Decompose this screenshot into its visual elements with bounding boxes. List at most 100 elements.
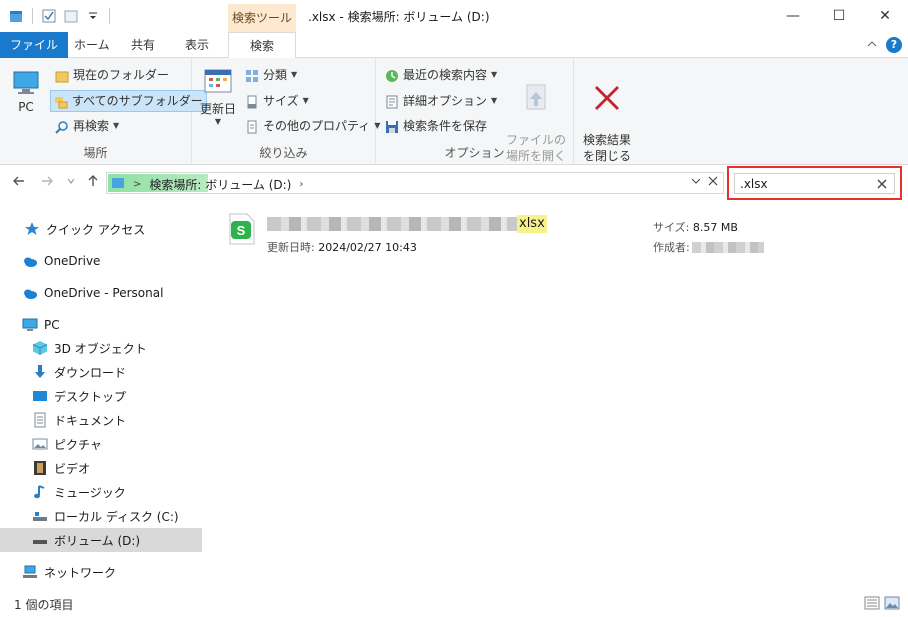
help-icon[interactable]: ? xyxy=(886,37,902,53)
back-arrow-icon[interactable] xyxy=(12,174,26,192)
kind-button[interactable]: 分類 ▼ xyxy=(242,64,300,86)
title-bar: 検索ツール .xlsx - 検索場所: ボリューム (D:) — ☐ ✕ xyxy=(0,0,908,32)
calendar-icon xyxy=(204,69,232,93)
stop-search-icon[interactable] xyxy=(706,174,720,191)
quick-access-toolbar xyxy=(8,8,112,24)
date-modified-button[interactable]: 更新日 ▼ xyxy=(198,66,238,126)
search-highlight-outline: .xlsx xyxy=(727,166,902,200)
address-dropdown-icon[interactable] xyxy=(691,176,701,189)
open-location-icon xyxy=(526,84,546,110)
nav-downloads[interactable]: ダウンロード xyxy=(0,360,202,384)
result-item[interactable]: S xlsx 更新日時: 2024/02/27 10:43 サイズ: 8.57 … xyxy=(225,211,885,259)
cloud-icon xyxy=(22,285,38,301)
address-bar[interactable]: > 検索場所: ボリューム (D:) › xyxy=(106,172,724,194)
recent-searches-button[interactable]: 最近の検索内容 ▼ xyxy=(382,64,500,86)
chevron-down-icon: ▼ xyxy=(491,70,498,79)
folder-icon xyxy=(55,68,69,83)
tab-search[interactable]: 検索 xyxy=(228,32,296,59)
tab-home[interactable]: ホーム xyxy=(60,32,124,58)
close-search-button[interactable]: 検索結果 を閉じる xyxy=(578,66,636,164)
minimize-button[interactable]: — xyxy=(770,0,816,32)
context-tab-label: 検索ツール xyxy=(228,4,296,32)
group-label-location: 場所 xyxy=(83,146,108,160)
clear-search-icon[interactable] xyxy=(877,176,887,192)
nav-documents[interactable]: ドキュメント xyxy=(0,408,202,432)
details-view-icon[interactable] xyxy=(864,596,880,610)
size-icon xyxy=(245,94,259,109)
tab-share[interactable]: 共有 xyxy=(117,32,169,58)
search-again-icon xyxy=(55,119,69,134)
close-search-label: 検索結果 を閉じる xyxy=(582,133,631,163)
save-search-button[interactable]: 検索条件を保存 xyxy=(382,115,490,137)
maximize-button[interactable]: ☐ xyxy=(816,0,862,32)
drive-icon xyxy=(32,508,48,524)
date-modified-label: 更新日 xyxy=(199,102,236,116)
size-label: サイズ: xyxy=(653,221,690,234)
group-options: 最近の検索内容 ▼ 詳細オプション ▼ 検索条件を保存 ファイルの 場所を開く … xyxy=(376,58,574,165)
pc-icon xyxy=(22,317,38,333)
save-search-label: 検索条件を保存 xyxy=(403,119,488,133)
nav-pictures[interactable]: ピクチャ xyxy=(0,432,202,456)
recent-locations-icon[interactable] xyxy=(66,176,76,189)
breadcrumb-chevron[interactable]: > xyxy=(133,179,141,190)
nav-onedrive[interactable]: OneDrive xyxy=(0,249,202,273)
customize-qat-icon[interactable] xyxy=(85,8,101,24)
result-author: 作成者: xyxy=(653,239,764,255)
breadcrumb-chevron-icon[interactable]: › xyxy=(299,179,303,190)
size-button[interactable]: サイズ ▼ xyxy=(242,90,312,112)
nav-music[interactable]: ミュージック xyxy=(0,480,202,504)
tab-file[interactable]: ファイル xyxy=(0,32,69,58)
kind-label: 分類 xyxy=(263,68,288,82)
nav-3d-objects[interactable]: 3D オブジェクト xyxy=(0,336,202,360)
pc-icon xyxy=(13,71,39,94)
nav-local-disk-c[interactable]: ローカル ディスク (C:) xyxy=(0,504,202,528)
explorer-app-icon xyxy=(8,8,24,24)
recent-searches-icon xyxy=(385,68,399,82)
current-folder-label: 現在のフォルダー xyxy=(73,68,170,82)
group-label-options: オプション xyxy=(444,146,505,160)
properties-icon[interactable] xyxy=(41,8,57,24)
search-input-value: .xlsx xyxy=(740,177,768,191)
nav-pc[interactable]: PC xyxy=(0,313,202,337)
close-button[interactable]: ✕ xyxy=(862,0,908,32)
redacted-file-name xyxy=(267,217,517,231)
nav-onedrive-personal[interactable]: OneDrive - Personal xyxy=(0,281,202,305)
search-input[interactable]: .xlsx xyxy=(734,173,895,194)
all-subfolders-label: すべてのサブフォルダー xyxy=(72,94,203,108)
nav-label: ネットワーク xyxy=(44,565,117,580)
nav-desktop[interactable]: デスクトップ xyxy=(0,384,202,408)
pc-button[interactable]: PC xyxy=(8,66,44,114)
cube-icon xyxy=(32,340,48,356)
advanced-options-button[interactable]: 詳細オプション ▼ xyxy=(382,90,500,112)
forward-arrow-icon[interactable] xyxy=(40,174,54,192)
group-location: PC 現在のフォルダー すべてのサブフォルダー 再検索 ▼ 場所 xyxy=(0,58,207,165)
nav-label: ボリューム (D:) xyxy=(54,533,141,548)
cloud-icon xyxy=(22,253,38,269)
breadcrumb-location[interactable]: 検索場所: ボリューム (D:) xyxy=(149,176,291,193)
nav-quick-access[interactable]: クイック アクセス xyxy=(0,217,202,241)
address-path: > 検索場所: ボリューム (D:) › xyxy=(133,176,303,193)
all-subfolders-button[interactable]: すべてのサブフォルダー xyxy=(50,90,207,112)
author-label: 作成者: xyxy=(653,241,690,254)
group-close: 検索結果 を閉じる xyxy=(574,58,640,165)
collapse-ribbon-icon[interactable] xyxy=(866,38,878,53)
nav-volume-d[interactable]: ボリューム (D:) xyxy=(0,528,202,552)
search-again-button[interactable]: 再検索 ▼ xyxy=(52,115,122,137)
other-properties-button[interactable]: その他のプロパティ ▼ xyxy=(242,115,383,137)
new-folder-icon[interactable] xyxy=(63,8,79,24)
up-arrow-icon[interactable] xyxy=(86,174,100,192)
recent-searches-label: 最近の検索内容 xyxy=(403,68,488,82)
current-folder-button[interactable]: 現在のフォルダー xyxy=(52,64,172,86)
desktop-icon xyxy=(32,388,48,404)
nav-label: デスクトップ xyxy=(54,389,127,404)
nav-label: ローカル ディスク (C:) xyxy=(54,509,179,524)
group-label-refine: 絞り込み xyxy=(259,146,308,160)
modified-label: 更新日時: xyxy=(267,241,315,254)
tab-view[interactable]: 表示 xyxy=(171,32,223,58)
nav-network[interactable]: ネットワーク xyxy=(0,560,202,584)
nav-videos[interactable]: ビデオ xyxy=(0,456,202,480)
nav-label: PC xyxy=(44,318,60,332)
chevron-down-icon: ▼ xyxy=(491,96,498,105)
qat-separator xyxy=(109,8,110,24)
large-icons-view-icon[interactable] xyxy=(884,596,900,610)
